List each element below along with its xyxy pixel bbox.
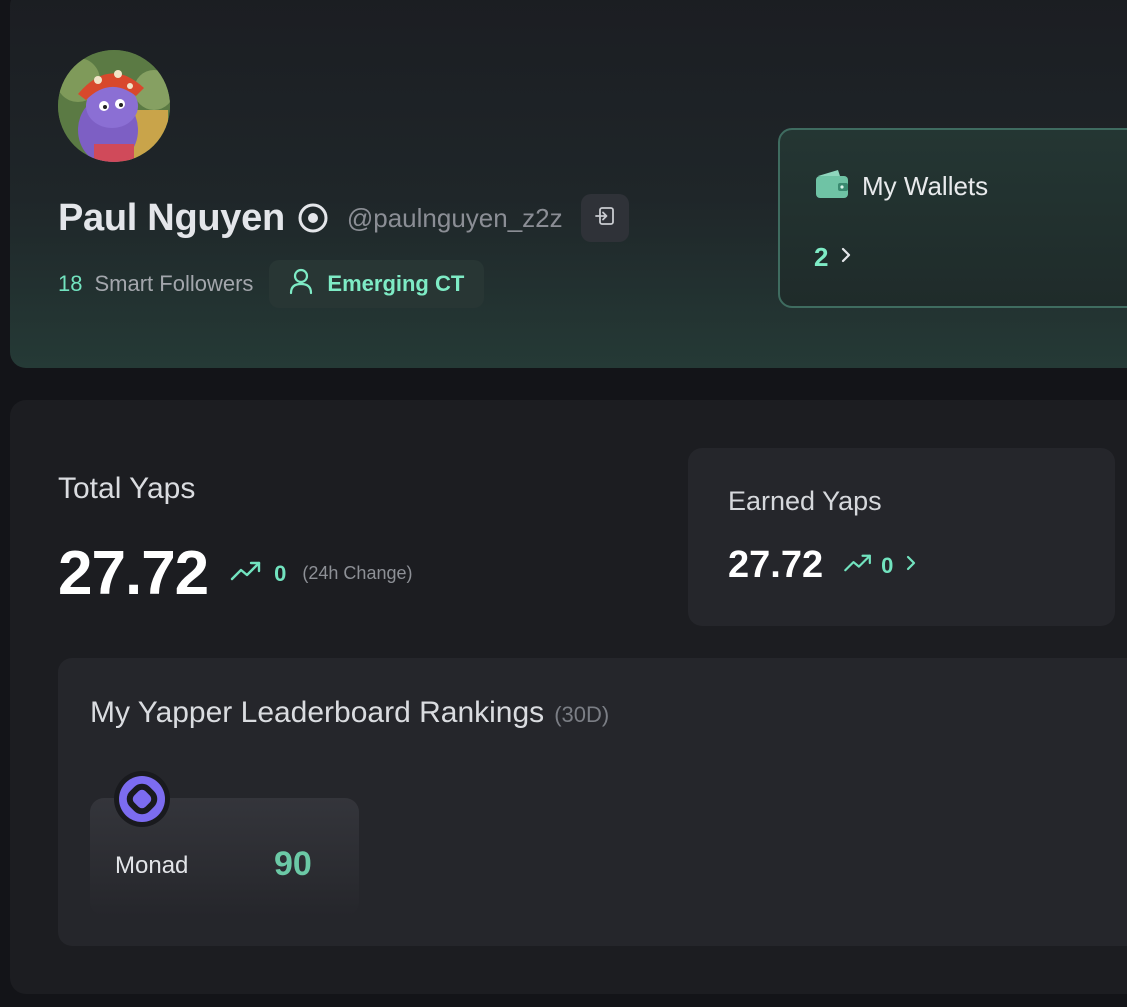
trending-up-icon bbox=[230, 560, 262, 587]
tier-badge: Emerging CT bbox=[269, 260, 485, 308]
earned-yaps-value: 27.72 bbox=[728, 544, 824, 586]
wallet-count-row: 2 bbox=[814, 242, 852, 273]
tier-label: Emerging CT bbox=[327, 271, 465, 296]
earned-yaps-change: 0 bbox=[881, 552, 894, 578]
chevron-right-icon bbox=[905, 554, 917, 577]
logout-button[interactable] bbox=[580, 194, 629, 242]
earned-yaps-row: 27.72 0 bbox=[728, 544, 917, 587]
trending-up-icon bbox=[843, 553, 873, 578]
smart-followers-label: Smart Followers bbox=[94, 271, 254, 296]
wallet-icon bbox=[814, 168, 850, 205]
user-handle[interactable]: @paulnguyen_z2z bbox=[347, 203, 563, 234]
wallet-count: 2 bbox=[814, 242, 829, 272]
smart-followers-row: 18 Smart Followers Emerging CT bbox=[58, 260, 485, 308]
target-icon bbox=[297, 202, 329, 234]
earned-yaps-label: Earned Yaps bbox=[728, 486, 882, 516]
total-yaps-change: 0 bbox=[274, 560, 287, 586]
total-yaps-row: 27.72 0 (24h Change) bbox=[58, 538, 412, 609]
wallet-title-row: My Wallets bbox=[814, 168, 988, 205]
total-yaps-value: 27.72 bbox=[58, 539, 209, 608]
earned-yaps-card[interactable]: Earned Yaps 27.72 0 bbox=[688, 448, 1115, 626]
total-yaps-label: Total Yaps bbox=[58, 472, 196, 505]
logout-icon bbox=[594, 205, 616, 232]
monad-logo-icon bbox=[114, 771, 170, 827]
wallet-title: My Wallets bbox=[862, 171, 989, 201]
project-name: Monad bbox=[115, 852, 189, 879]
leaderboard-period: (30D) bbox=[554, 702, 610, 727]
smart-followers-count: 18 bbox=[58, 271, 83, 296]
leaderboard-title: My Yapper Leaderboard Rankings bbox=[90, 696, 545, 729]
project-rank: 90 bbox=[274, 845, 312, 883]
avatar[interactable] bbox=[58, 50, 170, 162]
chevron-right-icon bbox=[840, 246, 852, 269]
name-row: Paul Nguyen @paulnguyen_z2z bbox=[58, 194, 629, 242]
display-name: Paul Nguyen bbox=[58, 196, 285, 239]
my-wallets-card[interactable]: My Wallets 2 bbox=[778, 128, 1127, 308]
user-icon bbox=[287, 267, 315, 301]
leaderboard-title-row: My Yapper Leaderboard Rankings (30D) bbox=[90, 696, 609, 730]
total-yaps-change-note: (24h Change) bbox=[302, 563, 413, 583]
